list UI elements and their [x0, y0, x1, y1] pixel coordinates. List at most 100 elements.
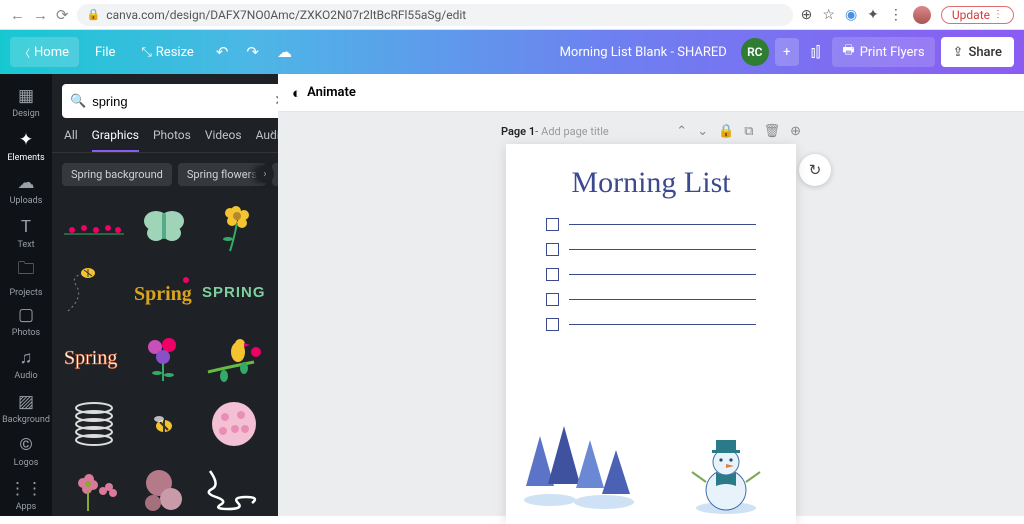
design-page[interactable]: Morning List — [506, 144, 796, 524]
graphic-squiggle[interactable] — [202, 460, 266, 516]
animate-button[interactable]: Animate — [307, 85, 356, 100]
url-text: canva.com/design/DAFX7NO0Amc/ZXKO2N07r2l… — [106, 8, 466, 22]
rail-apps[interactable]: ⋮⋮Apps — [0, 475, 52, 517]
graphic-spring-text-green[interactable]: SPRING — [202, 262, 266, 322]
graphic-circles[interactable] — [132, 460, 196, 516]
svg-text:Spring: Spring — [134, 283, 192, 305]
chip-spring-flowers[interactable]: Spring flowers — [178, 163, 266, 186]
page-down-icon[interactable]: ⌄ — [697, 124, 708, 139]
checkbox-icon[interactable] — [546, 218, 559, 231]
tab-videos[interactable]: Videos — [205, 128, 242, 152]
side-rail: ▦Design✦Elements☁UploadsTText🗀Projects▢P… — [0, 74, 52, 516]
search-input[interactable] — [92, 94, 268, 109]
resize-menu[interactable]: ⤡ Resize — [131, 45, 203, 60]
graphic-yellow-flower[interactable] — [202, 196, 266, 256]
rail-uploads[interactable]: ☁Uploads — [0, 169, 52, 211]
graphic-bee-path[interactable] — [62, 262, 126, 322]
address-bar[interactable]: 🔒 canva.com/design/DAFX7NO0Amc/ZXKO2N07r… — [77, 4, 793, 26]
checklist-line[interactable] — [569, 274, 756, 275]
elements-icon: ✦ — [19, 130, 33, 150]
graphic-bird-branch[interactable] — [202, 328, 266, 388]
tab-graphics[interactable]: Graphics — [92, 128, 139, 152]
heading-text[interactable]: Morning List — [506, 144, 796, 200]
chip-spring-background[interactable]: Spring background — [62, 163, 172, 186]
checklist-line[interactable] — [569, 299, 756, 300]
graphic-small-bee[interactable] — [132, 394, 196, 454]
checklist-row[interactable] — [546, 318, 756, 331]
rail-design[interactable]: ▦Design — [0, 82, 52, 124]
elements-panel: 🔍 ✕ ☰ AllGraphicsPhotosVideosAudio› Spri… — [52, 74, 278, 516]
chips-scroll-right[interactable]: › — [256, 165, 274, 183]
trees-icon — [524, 426, 634, 509]
graphic-spring-text-gold[interactable]: Spring — [132, 262, 196, 322]
checklist-line[interactable] — [569, 249, 756, 250]
rail-projects[interactable]: 🗀Projects — [0, 256, 52, 298]
tabs-scroll-right[interactable]: › — [271, 126, 274, 139]
checklist-row[interactable] — [546, 243, 756, 256]
profile-avatar[interactable] — [913, 6, 931, 24]
checkbox-icon[interactable] — [546, 268, 559, 281]
undo-button[interactable]: ↶ — [210, 43, 235, 61]
canvas-area: ◐ Animate Page 1 - Add page title ⌃ ⌄ 🔒 … — [278, 74, 1024, 516]
user-avatar[interactable]: RC — [741, 38, 769, 66]
install-icon[interactable]: ⊕ — [801, 7, 813, 23]
update-button[interactable]: Update⋮ — [941, 6, 1014, 24]
tab-photos[interactable]: Photos — [153, 128, 191, 152]
browser-chrome: ← → ⟳ 🔒 canva.com/design/DAFX7NO0Amc/ZXK… — [0, 0, 1024, 30]
search-icon: 🔍 — [70, 94, 86, 109]
category-tabs: AllGraphicsPhotosVideosAudio› — [52, 124, 278, 153]
graphic-bouquet[interactable] — [132, 328, 196, 388]
graphic-spiral[interactable] — [62, 394, 126, 454]
rail-audio[interactable]: ♫Audio — [0, 344, 52, 386]
audio-icon: ♫ — [20, 348, 33, 368]
rail-text[interactable]: TText — [0, 213, 52, 255]
share-button[interactable]: ⇪ Share — [941, 37, 1014, 67]
graphic-flower-row[interactable] — [62, 196, 126, 256]
winter-illustration[interactable] — [520, 416, 778, 516]
reload-button[interactable]: ⟳ — [56, 6, 69, 24]
graphic-pink-flowers[interactable] — [62, 460, 126, 516]
checklist-row[interactable] — [546, 293, 756, 306]
redo-button[interactable]: ↷ — [240, 43, 265, 61]
add-page-icon[interactable]: ⊕ — [790, 124, 801, 139]
rail-elements[interactable]: ✦Elements — [0, 126, 52, 168]
page-title-input[interactable]: Add page title — [541, 125, 609, 138]
analytics-icon[interactable]: ⫾⫿ — [805, 43, 827, 61]
delete-page-icon[interactable]: 🗑 — [764, 124, 781, 139]
duplicate-page-icon[interactable]: ⧉ — [744, 124, 753, 139]
suggestion-chips: Spring backgroundSpring flowersEaster› — [52, 153, 278, 196]
extension-icon[interactable]: ◉ — [845, 7, 857, 23]
rail-background[interactable]: ▨Background — [0, 387, 52, 429]
file-menu[interactable]: File — [85, 45, 125, 60]
page-header: Page 1 - Add page title ⌃ ⌄ 🔒 ⧉ 🗑 ⊕ — [501, 124, 801, 139]
lock-page-icon[interactable]: 🔒 — [718, 124, 734, 139]
document-title[interactable]: Morning List Blank - SHARED — [560, 45, 727, 60]
checkbox-icon[interactable] — [546, 293, 559, 306]
tab-all[interactable]: All — [64, 128, 78, 152]
search-box[interactable]: 🔍 ✕ ☰ — [62, 84, 312, 118]
add-collaborator-button[interactable]: + — [775, 38, 799, 66]
apps-icon: ⋮⋮ — [9, 479, 43, 499]
star-icon[interactable]: ☆ — [822, 7, 835, 23]
print-button[interactable]: 🖶 Print Flyers — [832, 37, 934, 67]
graphic-cherry-blossom[interactable] — [202, 394, 266, 454]
page-up-icon[interactable]: ⌃ — [676, 124, 687, 139]
graphic-butterfly[interactable] — [132, 196, 196, 256]
back-button[interactable]: ← — [10, 6, 25, 24]
checklist-line[interactable] — [569, 324, 756, 325]
puzzle-icon[interactable]: ✦ — [867, 7, 879, 23]
forward-button[interactable]: → — [33, 6, 48, 24]
menu-dots-icon[interactable]: ⋮ — [889, 7, 903, 23]
rail-photos[interactable]: ▢Photos — [0, 300, 52, 342]
checklist-line[interactable] — [569, 224, 756, 225]
rail-logos[interactable]: ©Logos — [0, 431, 52, 473]
checklist-row[interactable] — [546, 268, 756, 281]
undo-fab[interactable]: ↻ — [799, 154, 831, 186]
home-button[interactable]: 〈 Home — [10, 37, 79, 67]
cloud-sync-icon[interactable]: ☁ — [271, 43, 298, 61]
checkbox-icon[interactable] — [546, 318, 559, 331]
checklist[interactable] — [546, 218, 756, 331]
checklist-row[interactable] — [546, 218, 756, 231]
graphic-spring-script[interactable]: Spring — [62, 328, 126, 388]
checkbox-icon[interactable] — [546, 243, 559, 256]
